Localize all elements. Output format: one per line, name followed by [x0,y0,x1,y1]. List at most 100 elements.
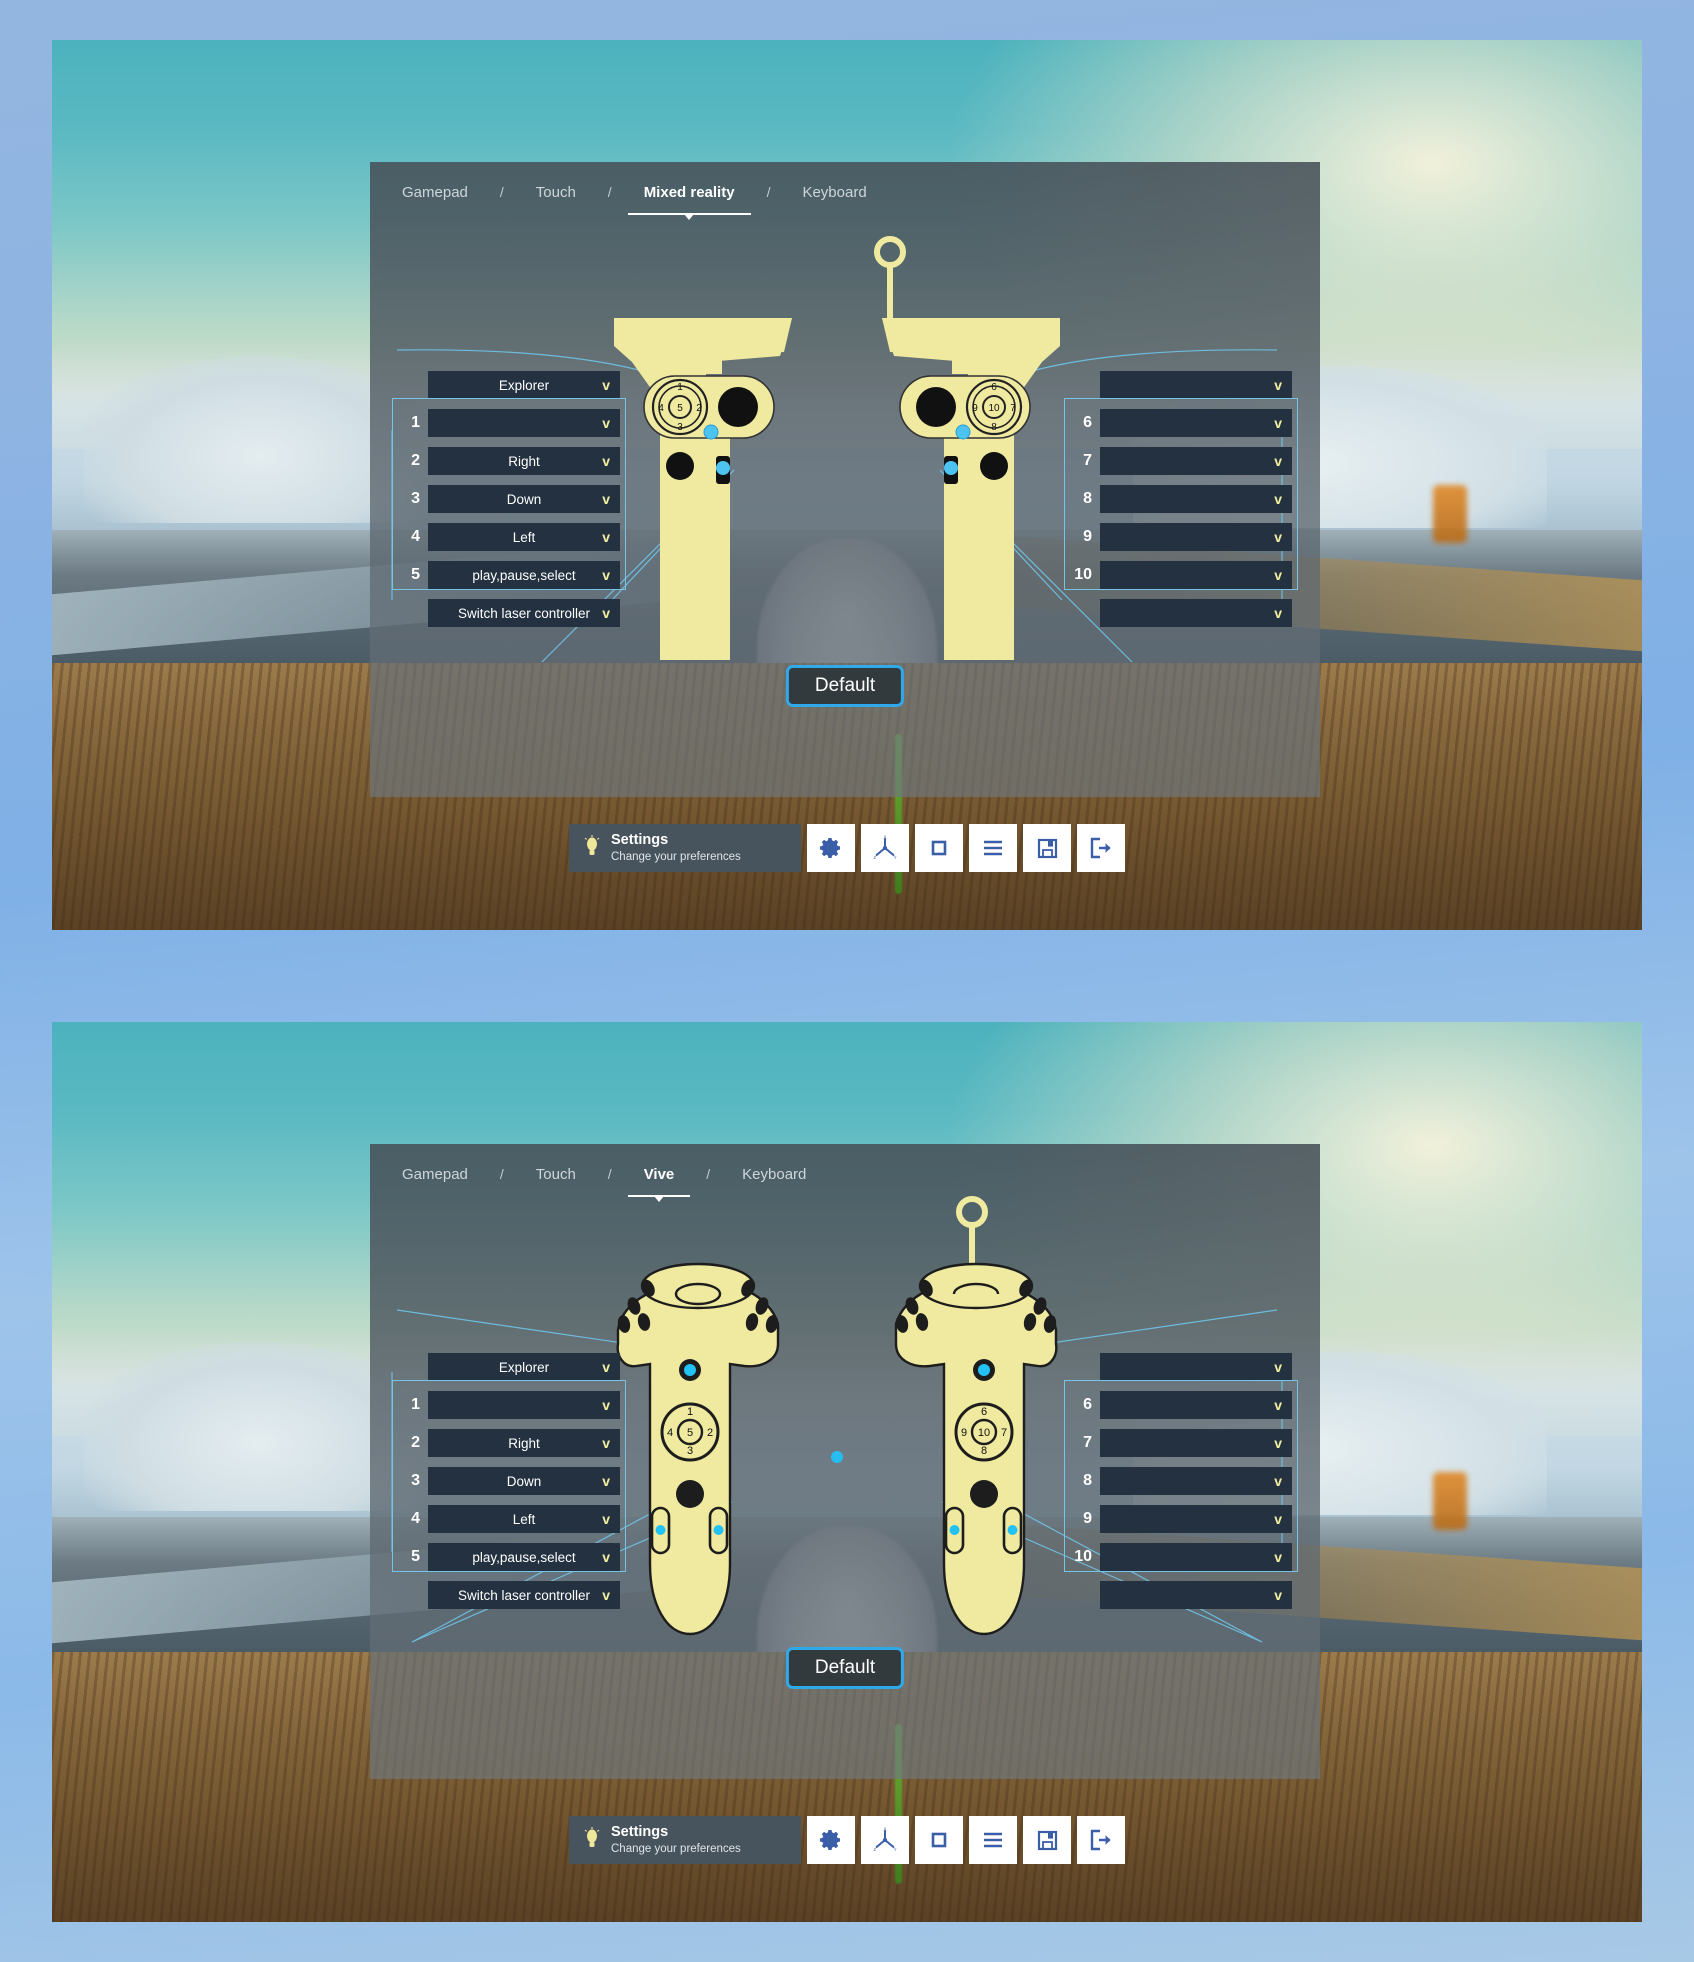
dropdown-label: Explorer [498,377,550,393]
switch-laser-controller-dropdown[interactable]: Switch laser controller v [428,1581,620,1609]
binding-dropdown-5[interactable]: play,pause,select v [428,1543,620,1571]
touchpad-num-left: 4 [667,1427,673,1439]
binding-row: 1 v [398,1390,620,1420]
tab-separator: / [499,184,504,200]
touchpad-num-down: 3 [677,422,683,433]
binding-row: 10 v [1070,560,1292,590]
settings-card[interactable]: Settings Change your preferences [569,824,801,872]
binding-row: 8 v [1070,1466,1292,1496]
profile-dropdown-left[interactable]: Explorer v [428,371,620,399]
chevron-down-icon: v [602,491,610,507]
svg-text:Z: Z [874,1847,877,1852]
chevron-down-icon: v [1274,377,1282,393]
binding-dropdown-10[interactable]: v [1100,1543,1292,1571]
right-bottom-dropdown[interactable]: v [1100,599,1292,627]
binding-dropdown-6[interactable]: v [1100,1391,1292,1419]
binding-dropdown-4[interactable]: Left v [428,523,620,551]
chevron-down-icon: v [1274,529,1282,545]
tab-bar: Gamepad / Touch / Vive / Keyboard [370,1144,1320,1202]
tab-gamepad[interactable]: Gamepad [400,180,470,205]
right-bottom-dropdown[interactable]: v [1100,1581,1292,1609]
binding-dropdown-1[interactable]: v [428,1391,620,1419]
binding-dropdown-9[interactable]: v [1100,1505,1292,1533]
menu-button[interactable] [969,824,1017,872]
row-index: 3 [411,1472,420,1489]
row-index: 0 [398,604,420,622]
binding-dropdown-1[interactable]: v [428,409,620,437]
chevron-down-icon: v [602,1587,610,1603]
settings-card[interactable]: Settings Change your preferences [569,1816,801,1864]
default-button[interactable]: Default [785,1647,905,1689]
binding-dropdown-2[interactable]: Right v [428,1429,620,1457]
tab-touch[interactable]: Touch [534,1162,578,1187]
chevron-down-icon: v [1274,1435,1282,1451]
save-button[interactable] [1023,824,1071,872]
tab-keyboard[interactable]: Keyboard [800,180,868,205]
tab-separator: / [706,1166,711,1182]
binding-dropdown-9[interactable]: v [1100,523,1292,551]
chevron-down-icon: v [1274,1549,1282,1565]
profile-dropdown-right[interactable]: v [1100,371,1292,399]
default-button[interactable]: Default [785,665,905,707]
controller-diagram-mixed-reality: 1 2 3 4 5 6 7 8 9 10 [391,236,1283,663]
tab-touch[interactable]: Touch [534,180,578,205]
save-button[interactable] [1023,1816,1071,1864]
binding-dropdown-8[interactable]: v [1100,1467,1292,1495]
floppy-save-icon [1037,1830,1057,1850]
touchpad-num-right: 2 [696,403,702,414]
controller-settings-panel: Gamepad / Touch / Vive / Keyboard 1 2 3 … [370,1144,1320,1779]
binding-dropdown-8[interactable]: v [1100,485,1292,513]
binding-dropdown-6[interactable]: v [1100,409,1292,437]
left-top-dropdown-row: 0 Explorer v [398,1352,620,1382]
axis-xyz-icon: X Z Y [874,835,897,860]
exit-button[interactable] [1077,824,1125,872]
profile-dropdown-left[interactable]: Explorer v [428,1353,620,1381]
preferences-button[interactable] [807,1816,855,1864]
tab-label: Gamepad [402,1165,468,1183]
chevron-down-icon: v [602,529,610,545]
dropdown-label: Right [508,1435,540,1451]
profile-dropdown-right[interactable]: v [1100,1353,1292,1381]
binding-dropdown-3[interactable]: Down v [428,1467,620,1495]
row-index: 8 [1083,1472,1092,1489]
svg-text:X: X [884,835,887,839]
tab-mixed-reality[interactable]: Mixed reality [627,180,751,220]
chevron-down-icon: v [1274,1473,1282,1489]
exit-button[interactable] [1077,1816,1125,1864]
row-index: 1 [411,414,420,431]
tab-gamepad[interactable]: Gamepad [400,1162,470,1187]
right-bottom-dropdown-row: 0 v [1070,1580,1292,1610]
binding-dropdown-3[interactable]: Down v [428,485,620,513]
binding-dropdown-7[interactable]: v [1100,1429,1292,1457]
controller-diagram-vive: 1 2 3 4 5 6 7 8 9 10 [391,1196,1283,1643]
binding-dropdown-5[interactable]: play,pause,select v [428,561,620,589]
chevron-down-icon: v [1274,453,1282,469]
controller-right: 6 7 8 9 10 [894,1196,1058,1636]
tab-keyboard[interactable]: Keyboard [740,1162,808,1187]
chevron-down-icon: v [602,453,610,469]
axis-button[interactable]: X Z Y [861,824,909,872]
row-index: 10 [1074,1548,1092,1565]
tab-label: Vive [643,1165,675,1183]
tab-label: Mixed reality [643,183,735,201]
binding-row: 4 Left v [398,522,620,552]
switch-laser-controller-dropdown[interactable]: Switch laser controller v [428,599,620,627]
tab-vive[interactable]: Vive [627,1162,691,1202]
preferences-button[interactable] [807,824,855,872]
row-index: 9 [1083,1510,1092,1527]
svg-text:Z: Z [874,855,877,860]
display-button[interactable] [915,824,963,872]
gear-icon [820,1830,840,1850]
binding-dropdown-10[interactable]: v [1100,561,1292,589]
display-button[interactable] [915,1816,963,1864]
panel-body: 1 2 3 4 5 6 7 8 9 10 Explorer v 1 v 2 Ri… [370,1192,1320,1779]
axis-button[interactable]: X Z Y [861,1816,909,1864]
binding-dropdown-7[interactable]: v [1100,447,1292,475]
touchpad-num-left: 9 [961,1427,967,1439]
touchpad-num-center: 10 [988,403,1000,414]
menu-button[interactable] [969,1816,1017,1864]
binding-dropdown-2[interactable]: Right v [428,447,620,475]
row-index: 6 [1083,414,1092,431]
right-top-dropdown-row: 0 v [1070,1352,1292,1382]
binding-dropdown-4[interactable]: Left v [428,1505,620,1533]
